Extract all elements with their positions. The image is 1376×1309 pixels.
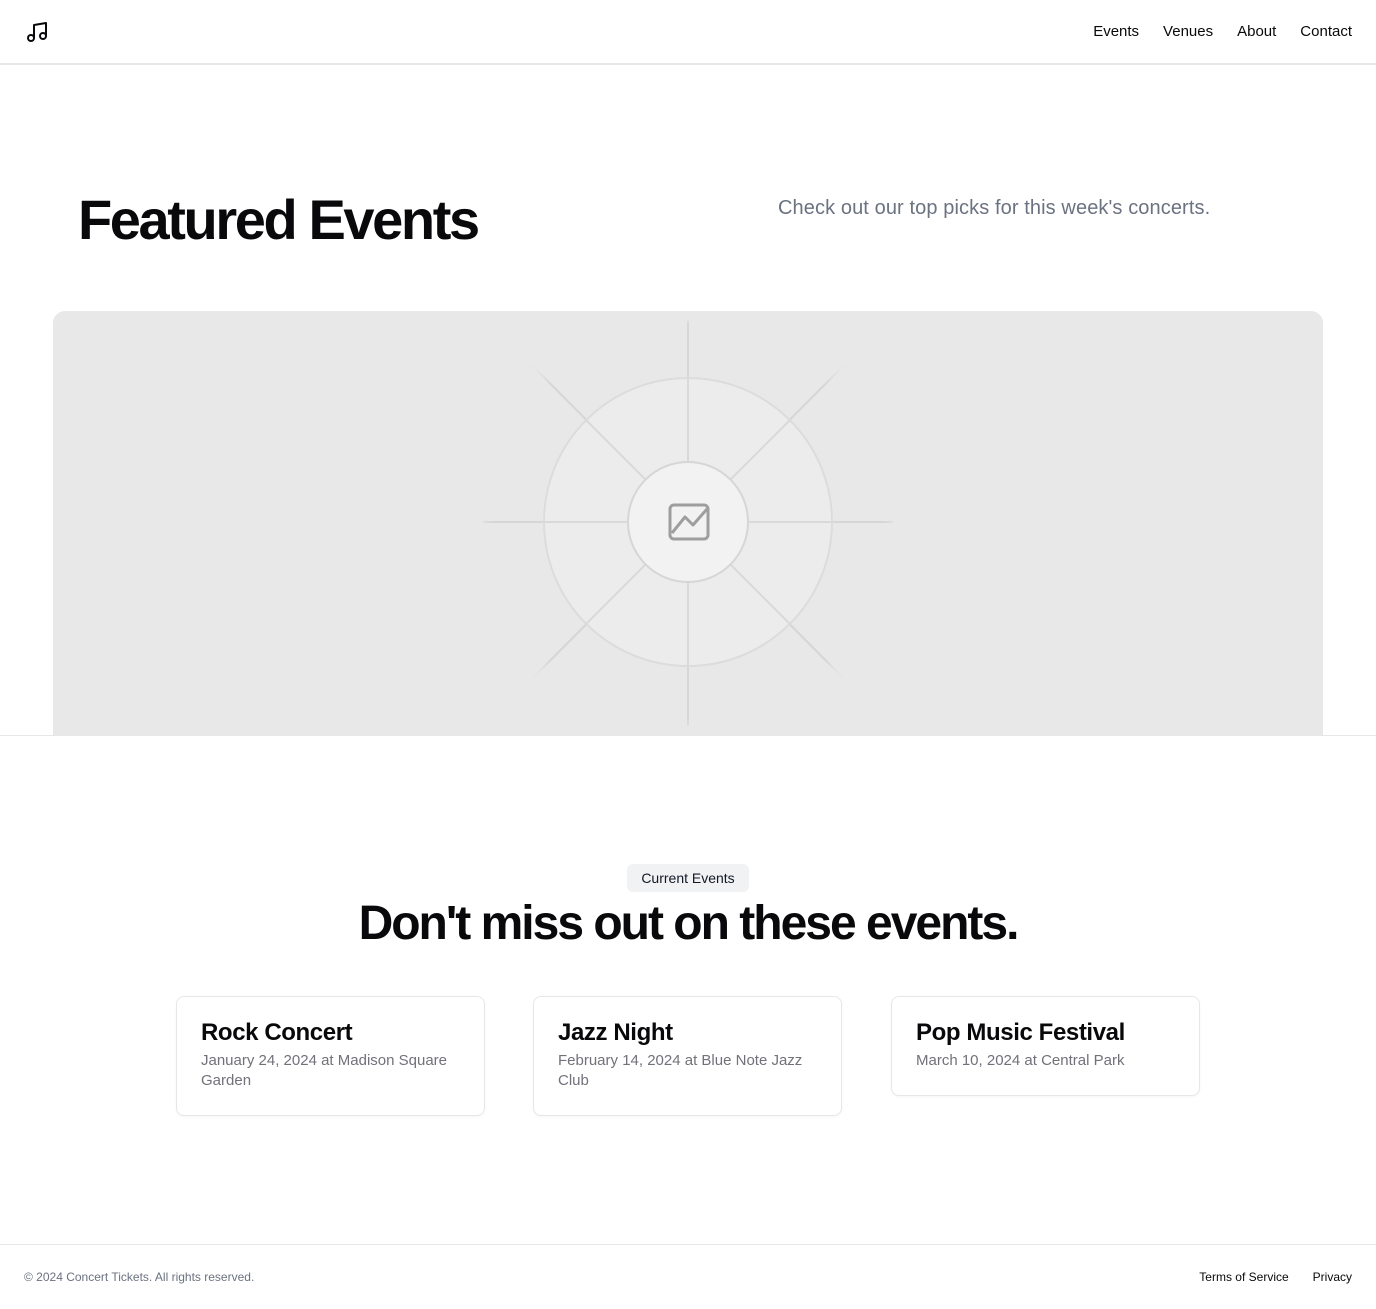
main-nav: Events Venues About Contact [1093,23,1352,40]
event-card[interactable]: Pop Music Festival March 10, 2024 at Cen… [891,996,1200,1096]
event-card-title: Pop Music Festival [916,1019,1125,1046]
section-divider [0,735,1376,736]
event-card[interactable]: Rock Concert January 24, 2024 at Madison… [176,996,485,1116]
hero-subtitle: Check out our top picks for this week's … [778,197,1211,219]
featured-image-placeholder [53,311,1323,736]
nav-about[interactable]: About [1237,23,1276,40]
current-events-badge: Current Events [627,864,749,892]
hero-title: Featured Events [78,188,480,251]
event-card-title: Rock Concert [201,1019,353,1046]
nav-venues[interactable]: Venues [1163,23,1213,40]
copyright-text: © 2024 Concert Tickets. All rights reser… [24,1270,255,1284]
terms-link[interactable]: Terms of Service [1199,1270,1288,1284]
footer-links: Terms of Service Privacy [1199,1270,1352,1284]
nav-events[interactable]: Events [1093,23,1139,40]
event-card-details: January 24, 2024 at Madison Square Garde… [201,1052,447,1089]
event-card-details: February 14, 2024 at Blue Note Jazz Club [558,1052,803,1089]
image-placeholder-graphic [483,320,893,726]
privacy-link[interactable]: Privacy [1313,1270,1352,1284]
music-note-icon[interactable] [25,20,49,44]
site-footer: © 2024 Concert Tickets. All rights reser… [0,1244,1376,1309]
event-card-title: Jazz Night [558,1019,673,1046]
nav-contact[interactable]: Contact [1300,23,1352,40]
event-card[interactable]: Jazz Night February 14, 2024 at Blue Not… [533,996,842,1116]
site-header: Events Venues About Contact [0,0,1376,65]
events-section-title: Don't miss out on these events. [358,897,1020,950]
event-card-details: March 10, 2024 at Central Park [916,1052,1125,1069]
